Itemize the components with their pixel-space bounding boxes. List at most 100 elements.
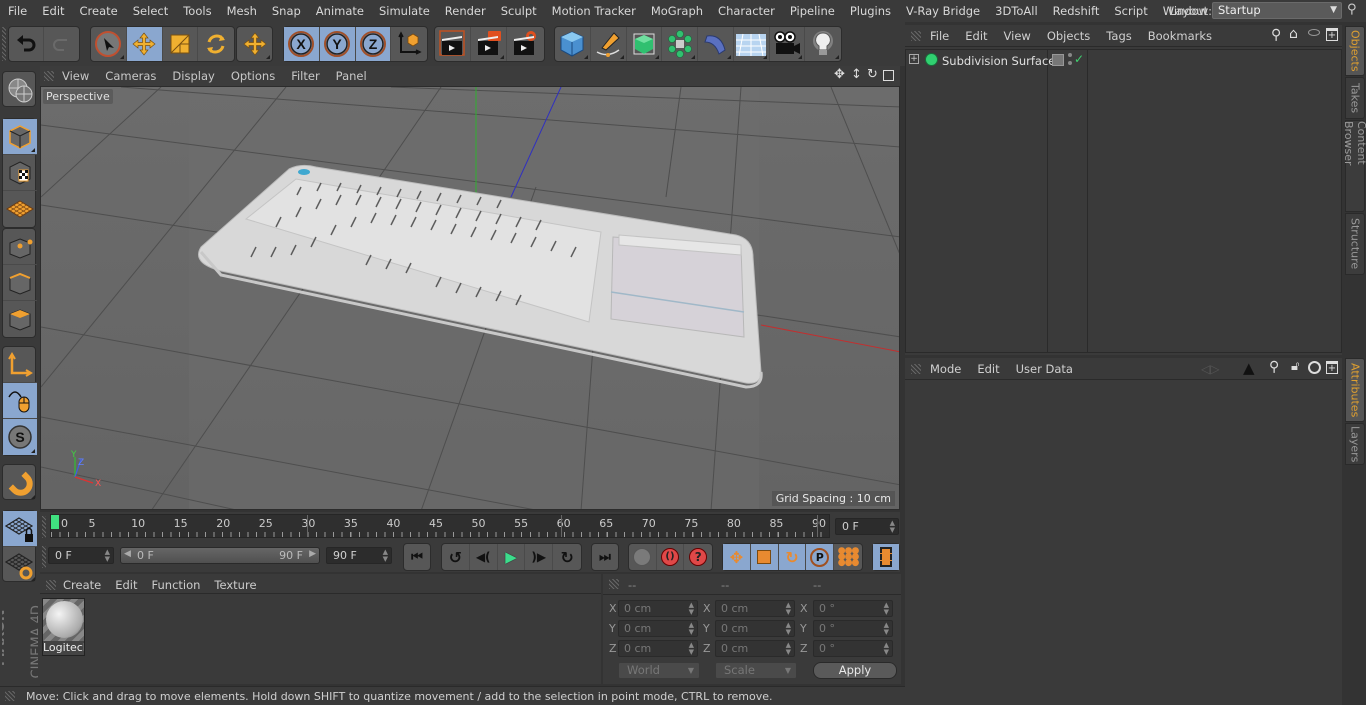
render-picture-viewer-button[interactable] — [471, 27, 507, 61]
render-settings-button[interactable] — [507, 27, 543, 61]
z-axis-lock-button[interactable]: Z — [355, 27, 392, 61]
panel-grip[interactable] — [46, 579, 56, 590]
menu-render[interactable]: Render — [437, 4, 493, 18]
vp-menu-filter[interactable]: Filter — [283, 69, 327, 83]
size-mode-dropdown[interactable]: Scale ▼ — [715, 662, 797, 679]
target-icon[interactable] — [1308, 361, 1321, 374]
material-swatch[interactable]: Logitech — [42, 598, 85, 656]
autokey-button[interactable]: () — [657, 544, 685, 570]
enable-axis-button[interactable] — [3, 347, 37, 383]
floor-environment-button[interactable] — [734, 27, 770, 61]
tweak-mode-button[interactable] — [3, 383, 37, 419]
tab-structure[interactable]: Structure — [1345, 213, 1365, 275]
size-z-field[interactable]: 0 cm ▲ ▼ — [715, 640, 795, 657]
magnet-button[interactable] — [3, 465, 37, 501]
mat-menu-edit[interactable]: Edit — [108, 578, 144, 592]
vp-menu-panel[interactable]: Panel — [328, 69, 375, 83]
snap-button[interactable]: S — [3, 419, 37, 455]
menu-file[interactable]: File — [0, 4, 34, 18]
next-key-button[interactable]: ↻ — [553, 544, 581, 570]
cloner-button[interactable] — [662, 27, 698, 61]
menu-simulate[interactable]: Simulate — [371, 4, 437, 18]
layer-icon[interactable] — [1052, 54, 1064, 66]
vp-menu-display[interactable]: Display — [164, 69, 222, 83]
menu-snap[interactable]: Snap — [264, 4, 308, 18]
zoom-view-icon[interactable]: ↕ — [851, 67, 862, 82]
y-axis-lock-button[interactable]: Y — [319, 27, 356, 61]
new-panel-icon[interactable]: + — [1326, 28, 1338, 41]
layout-dropdown[interactable]: Startup ▼ — [1212, 2, 1342, 19]
frame-range-slider[interactable]: ◀ 0 F 90 F ▶ — [120, 547, 320, 564]
current-frame-field[interactable]: 0 F ▲ ▼ — [835, 518, 899, 535]
om-menu-view[interactable]: View — [995, 29, 1038, 43]
menu-redshift[interactable]: Redshift — [1045, 4, 1107, 18]
rot-p-field[interactable]: 0 ° ▲ ▼ — [813, 620, 893, 637]
apply-button[interactable]: Apply — [813, 662, 897, 679]
lock-icon[interactable]: 🔓︎ — [1291, 359, 1299, 374]
vp-menu-cameras[interactable]: Cameras — [97, 69, 164, 83]
pen-spline-button[interactable] — [591, 27, 627, 61]
lock-workplane-button[interactable] — [3, 511, 37, 547]
deformer-button[interactable] — [698, 27, 734, 61]
search-icon[interactable]: ⚲ — [1269, 359, 1279, 375]
points-mode-button[interactable] — [3, 229, 37, 265]
live-selection-button[interactable] — [91, 27, 127, 61]
object-row[interactable]: + Subdivision Surface ✓ — [906, 50, 1341, 72]
undo-button[interactable] — [9, 27, 45, 61]
tab-layers[interactable]: Layers — [1345, 423, 1365, 465]
rot-h-field[interactable]: 0 ° ▲ ▼ — [813, 600, 893, 617]
edges-mode-button[interactable] — [3, 265, 37, 301]
key-scale-button[interactable] — [750, 544, 779, 570]
panel-grip[interactable] — [5, 691, 15, 701]
prev-frame-button[interactable]: ◀( — [470, 544, 498, 570]
menu-animate[interactable]: Animate — [308, 4, 371, 18]
start-frame-field[interactable]: 0 F ▲ ▼ — [48, 547, 114, 564]
tab-content-browser[interactable]: Content Browser — [1342, 120, 1366, 212]
om-menu-objects[interactable]: Objects — [1038, 29, 1097, 43]
menu-create[interactable]: Create — [72, 4, 125, 18]
om-menu-file[interactable]: File — [921, 29, 956, 43]
keyframe-selection-button[interactable]: ? — [684, 544, 712, 570]
eye-icon[interactable] — [1308, 29, 1320, 36]
om-menu-tags[interactable]: Tags — [1097, 29, 1138, 43]
tab-attributes[interactable]: Attributes — [1345, 358, 1365, 422]
scale-tool-button[interactable] — [163, 27, 199, 61]
menu-3dtoall[interactable]: 3DToAll — [987, 4, 1045, 18]
pan-view-icon[interactable]: ✥ — [834, 67, 845, 82]
menu-edit[interactable]: Edit — [34, 4, 71, 18]
timeline-window-button[interactable] — [873, 544, 899, 570]
menu-character[interactable]: Character — [710, 4, 782, 18]
goto-start-button[interactable]: ⏮ — [404, 544, 430, 570]
render-view-button[interactable] — [435, 27, 471, 61]
mat-menu-create[interactable]: Create — [56, 578, 108, 592]
menu-pipeline[interactable]: Pipeline — [782, 4, 842, 18]
om-menu-bookmarks[interactable]: Bookmarks — [1139, 29, 1219, 43]
panel-grip[interactable] — [42, 546, 46, 568]
play-button[interactable]: ▶ — [498, 544, 526, 570]
expand-icon[interactable]: + — [909, 54, 919, 64]
record-key-button[interactable] — [629, 544, 657, 570]
viewport[interactable]: Y Z X Perspective Grid Spacing : 10 cm — [40, 86, 900, 510]
search-icon[interactable]: ⚲ — [1347, 2, 1357, 17]
pos-x-field[interactable]: 0 cm ▲ ▼ — [618, 600, 698, 617]
attr-menu-user-data[interactable]: User Data — [1007, 362, 1080, 376]
panel-grip[interactable] — [44, 71, 54, 81]
cube-button[interactable] — [555, 27, 591, 61]
menu-mograph[interactable]: MoGraph — [643, 4, 710, 18]
attr-menu-edit[interactable]: Edit — [968, 362, 1006, 376]
panel-grip[interactable] — [911, 363, 921, 374]
subdivision-surface-button[interactable] — [627, 27, 663, 61]
key-rotation-button[interactable]: ↻ — [778, 544, 807, 570]
om-menu-edit[interactable]: Edit — [956, 29, 994, 43]
panel-grip[interactable] — [42, 516, 46, 538]
attr-menu-mode[interactable]: Mode — [921, 362, 968, 376]
key-parameter-button[interactable]: P — [806, 544, 835, 570]
tab-objects[interactable]: Objects — [1345, 26, 1365, 76]
move-tool-button[interactable] — [126, 27, 163, 61]
texture-mode-button[interactable] — [3, 155, 37, 191]
make-editable-button[interactable] — [3, 72, 37, 108]
pos-y-field[interactable]: 0 cm ▲ ▼ — [618, 620, 698, 637]
playhead[interactable] — [51, 515, 59, 529]
menu-select[interactable]: Select — [125, 4, 175, 18]
pos-z-field[interactable]: 0 cm ▲ ▼ — [618, 640, 698, 657]
